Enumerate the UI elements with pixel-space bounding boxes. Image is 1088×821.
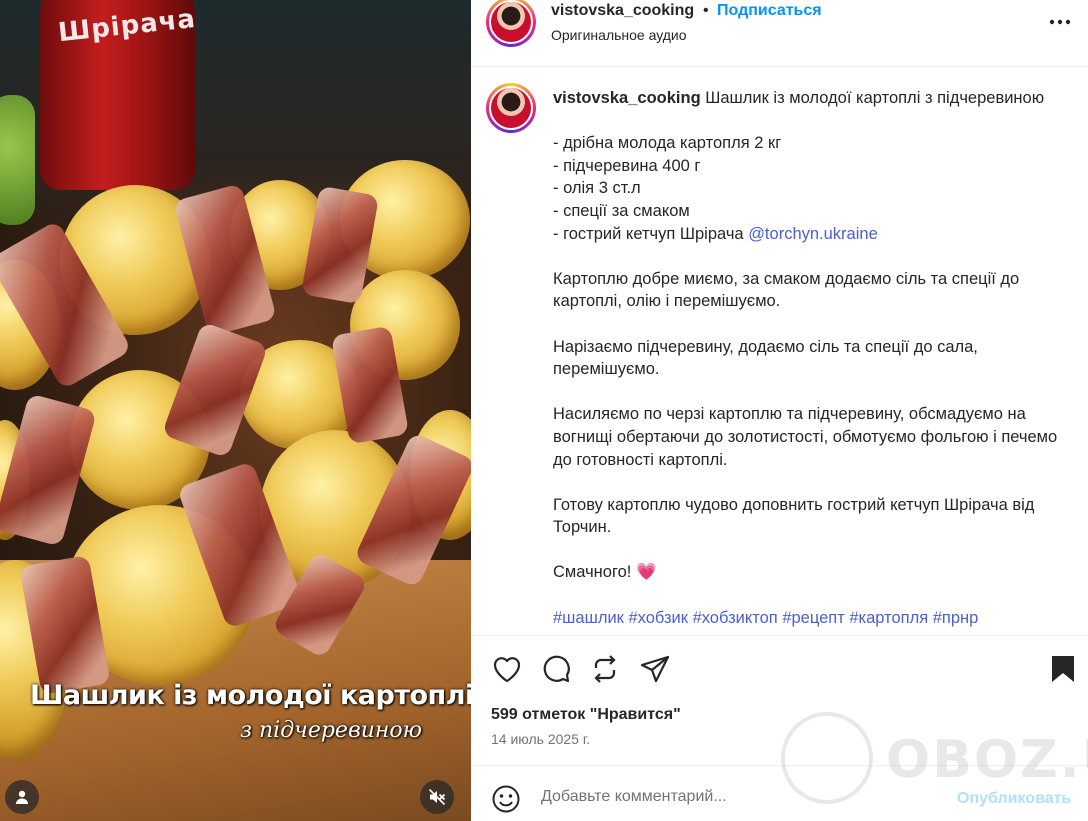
- caption-paragraph: Картоплю добре миємо, за смаком додаємо …: [553, 269, 1020, 311]
- send-icon: [640, 655, 670, 683]
- ingredient-line: - олія 3 ст.л: [553, 179, 641, 198]
- emoji-picker-button[interactable]: [491, 784, 521, 814]
- likes-count[interactable]: 599 отметок "Нравится": [491, 706, 681, 724]
- video-overlay-title: Шашлик із молодої картоплі: [30, 680, 471, 711]
- more-options-button[interactable]: [1048, 10, 1072, 34]
- ingredient-line: - спеції за смаком: [553, 201, 690, 220]
- comment-icon: [543, 655, 570, 683]
- caption-paragraph: Насиляємо по черзі картоплю та підчереви…: [553, 405, 1058, 469]
- post-caption: vistovska_cooking Шашлик із молодої карт…: [553, 87, 1063, 629]
- user-icon: [16, 790, 28, 804]
- author-username[interactable]: vistovska_cooking: [551, 2, 694, 20]
- comment-input[interactable]: [541, 782, 941, 812]
- post-date[interactable]: 14 июль 2025 г.: [491, 731, 590, 747]
- bookmark-icon: [1052, 656, 1074, 682]
- header-separator: •: [703, 2, 709, 19]
- author-avatar[interactable]: [486, 0, 536, 47]
- ingredient-line: - підчеревина 400 г: [553, 156, 701, 175]
- ingredient-line: - дрібна молода картопля 2 кг: [553, 134, 782, 153]
- post-panel: vistovska_cooking • Подписаться Оригинал…: [471, 0, 1088, 821]
- heart-emoji-icon: 💗: [635, 563, 657, 582]
- greens-decoration: [0, 95, 35, 225]
- repost-icon: [594, 655, 616, 683]
- comments-section[interactable]: vistovska_cooking Шашлик із молодої карт…: [471, 68, 1088, 635]
- ingredient-line: - гострий кетчуп Шрірача: [553, 224, 749, 243]
- mute-button[interactable]: [420, 780, 454, 814]
- video-overlay-subtitle: з підчеревиною: [240, 718, 423, 743]
- caption-closing: Смачного!: [553, 563, 636, 582]
- repost-button[interactable]: [589, 653, 621, 685]
- post-video[interactable]: Шрірача Шашлик із молодої картоплі з під…: [0, 0, 471, 821]
- publish-button[interactable]: Опубликовать: [957, 790, 1071, 808]
- post-actions: 599 отметок "Нравится" 14 июль 2025 г.: [471, 635, 1088, 765]
- caption-paragraph: Нарізаємо підчеревину, додаємо сіль та с…: [553, 337, 978, 379]
- follow-button[interactable]: Подписаться: [717, 2, 822, 20]
- post-header: vistovska_cooking • Подписаться Оригинал…: [471, 0, 1088, 67]
- share-button[interactable]: [639, 653, 671, 685]
- add-comment-bar: Опубликовать: [471, 765, 1088, 821]
- caption-author-avatar[interactable]: [486, 83, 536, 133]
- like-button[interactable]: [491, 653, 523, 685]
- tagged-users-button[interactable]: [5, 780, 39, 814]
- caption-title: Шашлик із молодої картоплі з підчеревино…: [705, 89, 1045, 107]
- audio-link[interactable]: Оригинальное аудио: [551, 27, 687, 43]
- caption-username[interactable]: vistovska_cooking: [553, 89, 701, 107]
- caption-paragraph: Готову картоплю чудово доповнить гострий…: [553, 495, 1035, 537]
- speaker-muted-icon: [428, 788, 446, 806]
- save-button[interactable]: [1047, 653, 1079, 685]
- mention-link[interactable]: @torchyn.ukraine: [748, 225, 878, 243]
- hashtags[interactable]: #шашлик #хобзик #хобзиктоп #рецепт #карт…: [553, 607, 1063, 630]
- smiley-icon: [492, 785, 520, 813]
- heart-icon: [493, 657, 521, 683]
- comment-button[interactable]: [540, 653, 572, 685]
- more-horizontal-icon: [1049, 19, 1071, 25]
